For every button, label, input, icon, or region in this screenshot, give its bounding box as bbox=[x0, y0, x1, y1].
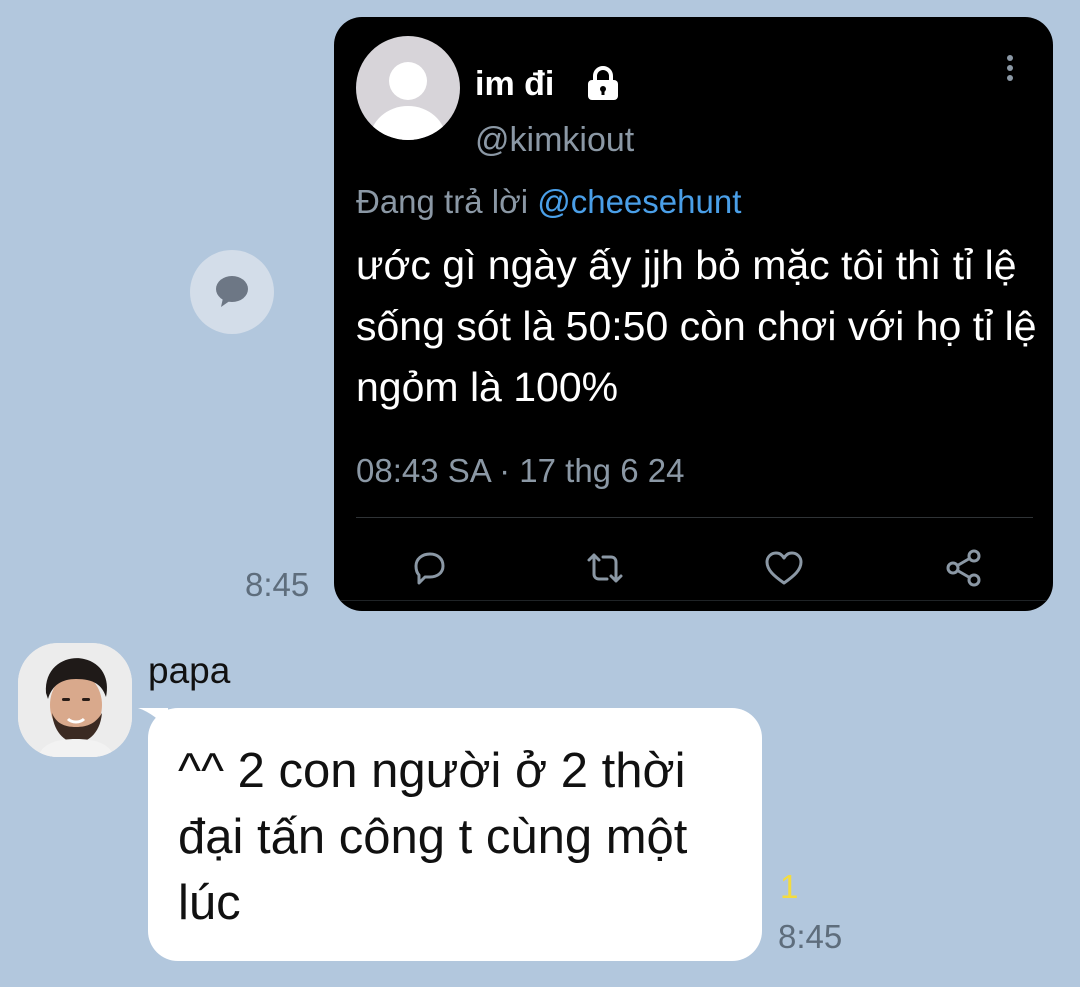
tweet-handle[interactable]: @kimkiout bbox=[475, 121, 634, 160]
like-icon bbox=[765, 551, 803, 585]
more-vertical-icon[interactable] bbox=[999, 53, 1021, 83]
reply-icon bbox=[414, 552, 445, 585]
tweet-divider bbox=[356, 517, 1033, 518]
speech-bubble-icon bbox=[216, 276, 248, 307]
tweet-message-time: 8:45 bbox=[245, 566, 310, 603]
tweet-timestamp[interactable]: 08:43 SA · 17 thg 6 24 bbox=[356, 452, 684, 490]
message-text: ^^ 2 con người ở 2 thời đại tấn công t c… bbox=[178, 744, 688, 930]
message-bubble[interactable]: ^^ 2 con người ở 2 thời đại tấn công t c… bbox=[148, 708, 762, 961]
tweet-card[interactable]: im đi @kimkiout Đang trả lời @cheesehunt… bbox=[334, 17, 1053, 611]
like-button[interactable] bbox=[761, 545, 807, 591]
replying-to-line: Đang trả lời @cheesehunt bbox=[356, 183, 741, 221]
retweet-icon bbox=[587, 553, 623, 583]
replying-to-label: Đang trả lời bbox=[356, 183, 529, 220]
tweet-author-avatar[interactable] bbox=[356, 36, 460, 140]
reply-button[interactable] bbox=[406, 545, 452, 591]
unread-count: 1 bbox=[780, 868, 799, 905]
tweet-action-bar bbox=[334, 545, 1053, 591]
tweet-display-name[interactable]: im đi bbox=[475, 65, 554, 104]
tweet-text: ước gì ngày ấy jjh bỏ mặc tôi thì tỉ lệ … bbox=[356, 242, 1037, 410]
sender-name[interactable]: papa bbox=[148, 650, 230, 692]
message-time: 8:45 bbox=[778, 918, 843, 955]
share-icon bbox=[946, 549, 981, 587]
reply-mention-link[interactable]: @cheesehunt bbox=[537, 183, 741, 220]
share-button[interactable] bbox=[941, 545, 987, 591]
share-bubble-button[interactable] bbox=[190, 250, 274, 334]
sender-avatar[interactable] bbox=[18, 643, 132, 757]
retweet-button[interactable] bbox=[582, 545, 628, 591]
lock-icon bbox=[588, 66, 618, 100]
tweet-bottom-divider bbox=[334, 600, 1053, 601]
